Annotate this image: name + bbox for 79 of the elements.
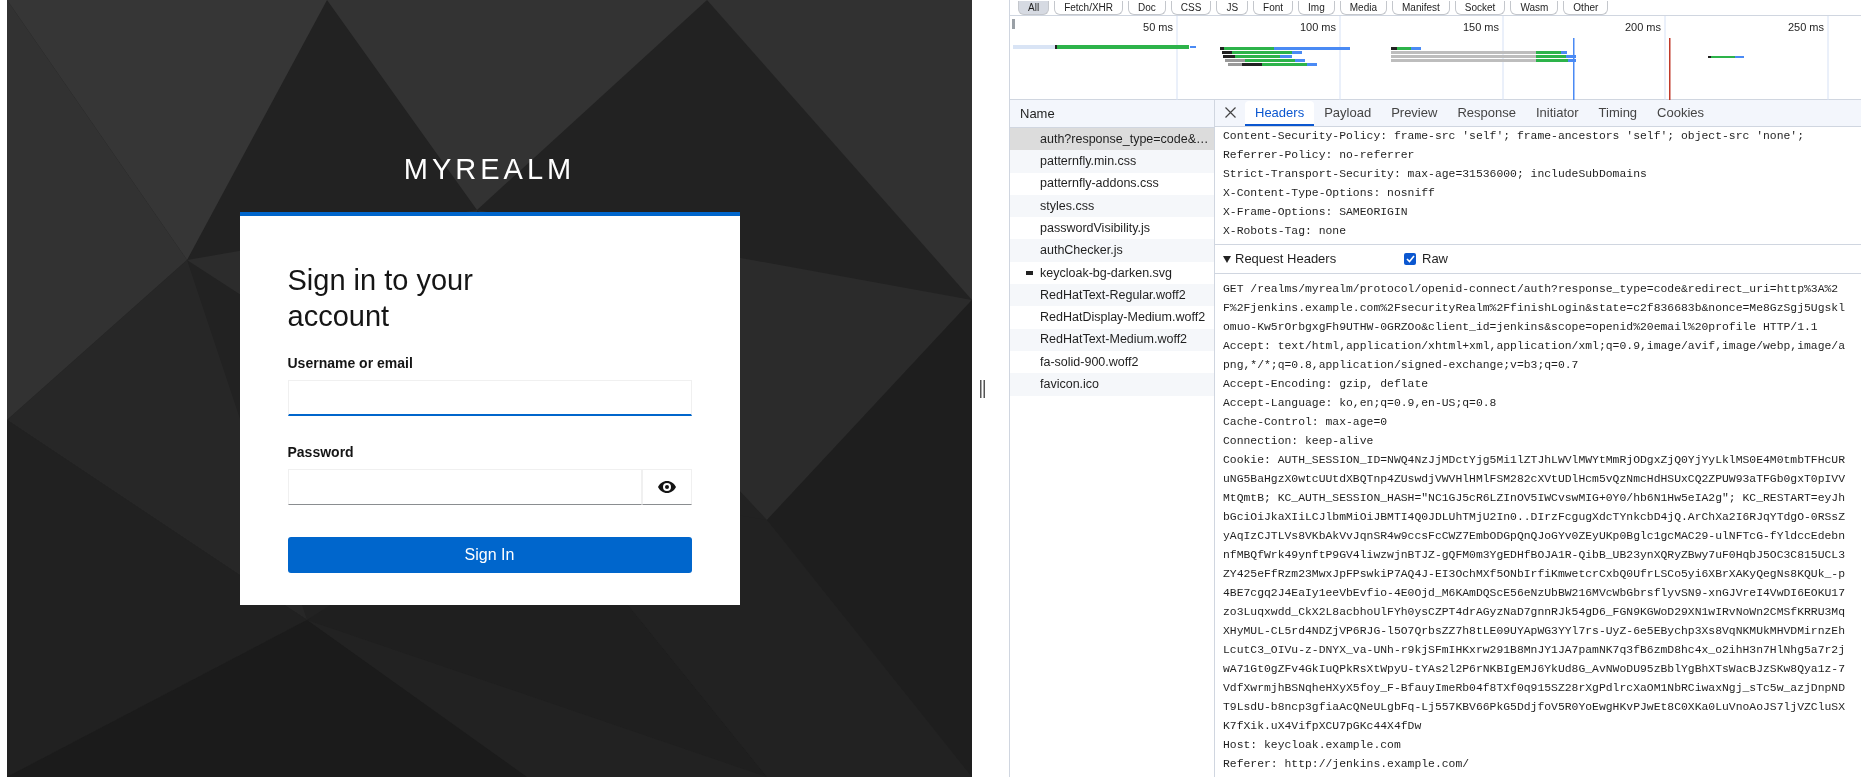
filter-chip[interactable]: JS	[1216, 1, 1249, 15]
filter-chip[interactable]: Wasm	[1510, 1, 1559, 15]
field-label: Password	[287, 443, 355, 462]
detail-tab[interactable]: Initiator	[1525, 101, 1589, 126]
raw-header-line: Accept-Language: ko,en;q=0.9,en-US;q=0.8	[1223, 396, 1498, 411]
eye-icon	[657, 481, 676, 493]
detail-tab[interactable]: Response	[1447, 101, 1526, 126]
filter-chip[interactable]: Socket	[1454, 1, 1506, 15]
header-line: X-Frame-Options: SAMEORIGIN	[1223, 205, 1409, 220]
show-password-button[interactable]	[641, 469, 692, 505]
detail-tab[interactable]: Cookies	[1647, 101, 1715, 126]
filter-chip[interactable]: All	[1018, 1, 1050, 15]
raw-header-line: Host: keycloak.example.com	[1223, 738, 1402, 753]
header-line: Strict-Transport-Security: max-age=31536000; includeSubDomains	[1223, 167, 1648, 182]
request-row[interactable]: auth?response_type=code&…	[1010, 128, 1214, 151]
tick-label: 200 ms	[1624, 20, 1661, 34]
raw-header-line: nfMBQfWrk49ynftP9GV4liwzwjnBTJZ-gQFM0m3YgEDHfBOJA1R-QibB_UB23ynXQRyZBwy7uF0HqbJ5OC3C815UCL3	[1223, 548, 1847, 563]
filter-chip[interactable]: Manifest	[1392, 1, 1450, 15]
raw-header-line: Cookie: AUTH_SESSION_ID=NWQ4NzJjMDctYjg5Mi1lZTJhLWVlMWYtMmRjODgxZjQ0YjYyLklMS0E4M0tmbTFHcUR	[1223, 453, 1847, 468]
tick-label: 150 ms	[1462, 20, 1499, 34]
section-toggle[interactable]: Request Headers	[1223, 249, 1337, 269]
raw-header-line: T9LsdU-b8ncp3gfiaAcQNeULgbFq-Lj557KBV66PkG5DdjfoV5R0YoEwgHKvPJwEt8C0XKa0LuVnoAoJS7ljVZCluSX	[1223, 700, 1847, 715]
filter-chip[interactable]: CSS	[1170, 1, 1212, 15]
detail-tab[interactable]: Headers	[1245, 101, 1315, 126]
raw-header-line: MtQmtB; KC_AUTH_SESSION_HASH="NC1GJ5cR6LZInOV5IWCvswMIG+0Y0/hb6N1Hw5eIA2g"; KC_RESTART=eyJh	[1223, 491, 1847, 506]
request-row[interactable]: favicon.ico	[1010, 373, 1214, 396]
filter-chip[interactable]: Font	[1253, 1, 1294, 15]
image-file-icon	[1026, 270, 1033, 275]
tick-label: 100 ms	[1299, 20, 1336, 34]
request-row[interactable]: RedHatText-Regular.woff2	[1010, 284, 1214, 307]
splitter-handle-icon[interactable]	[980, 379, 985, 398]
header-line: X-Robots-Tag: none	[1223, 224, 1348, 239]
request-row[interactable]: patternfly.min.css	[1010, 150, 1214, 173]
header-line: X-Content-Type-Options: nosniff	[1223, 186, 1436, 201]
raw-header-line: ZY425eFfRzm23MwxJpFPswkiP7AQ4J-EI3OchMXf5ONbIrfiKmwetcrCxbQ0UfrLSCo5yi6XBrXAKyQegNs8KQUk_-p	[1223, 567, 1847, 582]
header-line: Content-Security-Policy: frame-src 'self'; frame-ancestors 'self'; object-src 'none';	[1223, 129, 1806, 144]
raw-header-line: omuo-Kw5rOrbgxgFh9UTHW-0GRZOo&client_id=jenkins&scope=openid%20email%20profile HTTP/1.1	[1223, 320, 1819, 335]
raw-header-line: Accept: text/html,application/xhtml+xml,application/xml;q=0.9,image/avif,image/webp,image/a	[1223, 339, 1847, 354]
raw-header-line: Accept-Encoding: gzip, deflate	[1223, 377, 1430, 392]
raw-header-line: K7fXik.uX4VifpXCU7pGKc44X4fDw	[1223, 719, 1423, 734]
filter-chip[interactable]: Media	[1339, 1, 1387, 15]
login-heading: Sign in to your account	[287, 263, 474, 334]
request-row[interactable]: authChecker.js	[1010, 239, 1214, 262]
realm-title: MYREALM	[403, 152, 576, 187]
sign-in-button[interactable]: Sign In	[287, 537, 692, 573]
raw-header-line: GET /realms/myrealm/protocol/openid-connect/auth?response_type=code&redirect_uri=http%3A%2	[1223, 282, 1840, 297]
raw-header-line: F%2Fjenkins.example.com%2FsecurityRealm%2FfinishLogin&state=c2f836683b&nonce=Me8GzSgj5Ugskl	[1223, 301, 1847, 316]
close-icon	[1224, 107, 1236, 118]
header-line: Referrer-Policy: no-referrer	[1223, 148, 1416, 163]
raw-header-line: wA71Gt0gZFv4GkIuQPkRsXtWpyU-tYAs2l2P6rNKBIgEMJ6YkUd8G_AvNWoDU95zBblYgBhXTsWacBJzSKw8Qya1z-7	[1223, 662, 1847, 677]
field-label: Username or email	[287, 354, 414, 373]
raw-header-line: png,*/*;q=0.8,application/signed-exchange;v=b3;q=0.7	[1223, 358, 1580, 373]
raw-header-line: 4BE7cgq2J4EaIy1eeVbEvfio-4E0Ojd_M6KAmDQScE56eNzUbBW216MVcWbGbrsflyvSN9-xnGJVreI4VwDI6EOKU17	[1223, 586, 1847, 601]
raw-header-line: bGciOiJkaXIiLCJlbmMiOiJBMTI4Q0JDLUhTMjU2In0..DIrzFcgugXdcTYnkcbD4jQ.ArChXa2I6RJqYTdgO-0RSsZ	[1223, 510, 1847, 525]
raw-header-line: Connection: keep-alive	[1223, 434, 1375, 449]
tick-label: 250 ms	[1787, 20, 1824, 34]
password-field[interactable]	[287, 469, 642, 505]
raw-header-line: uNG5BaHgzX0wtcUUtdXBQTnp4ZUswdjVWVHlHMlFSM282cXVtUDlHcm5vQzNmcHdHSUxCQ2ZPUW93aTFGb0gxT0pIVV	[1223, 472, 1847, 487]
raw-header-line: LcutC3_OIVu-z-DNYX_va-UNh-r9kjSFmIHKxrw291B8MnJY1JA7pamNK7q3fB6zmD8hc4x_o2ihH3n7HlNhg5a7r2j	[1223, 643, 1847, 658]
request-row[interactable]: RedHatText-Medium.woff2	[1010, 328, 1214, 351]
filter-chip[interactable]: Doc	[1128, 1, 1166, 15]
column-header: Name	[1020, 104, 1055, 123]
tick-label: 50 ms	[1143, 20, 1173, 34]
raw-header-line: Cache-Control: max-age=0	[1223, 415, 1389, 430]
raw-header-line: XHyMUL-CL5rd4NDZjVP6RJG-l5O7QrbsZZ7h8tLE09UYApWG3YYl7rs-UyZ-6e5EBychp3Xs8VqNKMUkMHVDMirnzEh	[1223, 624, 1847, 639]
detail-tab[interactable]: Payload	[1314, 101, 1382, 126]
request-row[interactable]: styles.css	[1010, 194, 1214, 218]
raw-header-line: yAqIzCJTLVs8VKbAkVvJqnSR4w9ccsFcCWZ7EmbODGpQnQJoGYv0ZEyUKp0Bglc1gcMAC29-ulNFTcG-fYldccEdebn	[1223, 529, 1847, 544]
filter-chip[interactable]: Img	[1298, 1, 1335, 15]
detail-tab[interactable]: Preview	[1381, 101, 1448, 126]
raw-checkbox[interactable]: Raw	[1404, 249, 1448, 269]
raw-header-line: Referer: http://jenkins.example.com/	[1223, 757, 1471, 772]
filter-chip[interactable]: Fetch/XHR	[1054, 1, 1124, 15]
detail-tab[interactable]: Timing	[1588, 101, 1648, 126]
raw-header-line: VdfXwrmjhBSNqheHXyX5foy_F-BfauyImeRb04f8TXf0q915SZ28rXgPdlrcXaOM1NbRCiwaxNgj_sTc5w_azjDnpND	[1223, 681, 1847, 696]
username-field[interactable]	[287, 380, 692, 416]
raw-header-line: zo3Luqxwdd_CkX2L8acbhoUlFYh0ysCZPT4drAGyzNaD7gnnRJk54gD6_FGN9KGWoD29XN1wIRvNoWn2CMSfKRRU3Mq	[1223, 605, 1847, 620]
check-icon	[1405, 255, 1415, 263]
filter-chip[interactable]: Other	[1563, 1, 1609, 15]
